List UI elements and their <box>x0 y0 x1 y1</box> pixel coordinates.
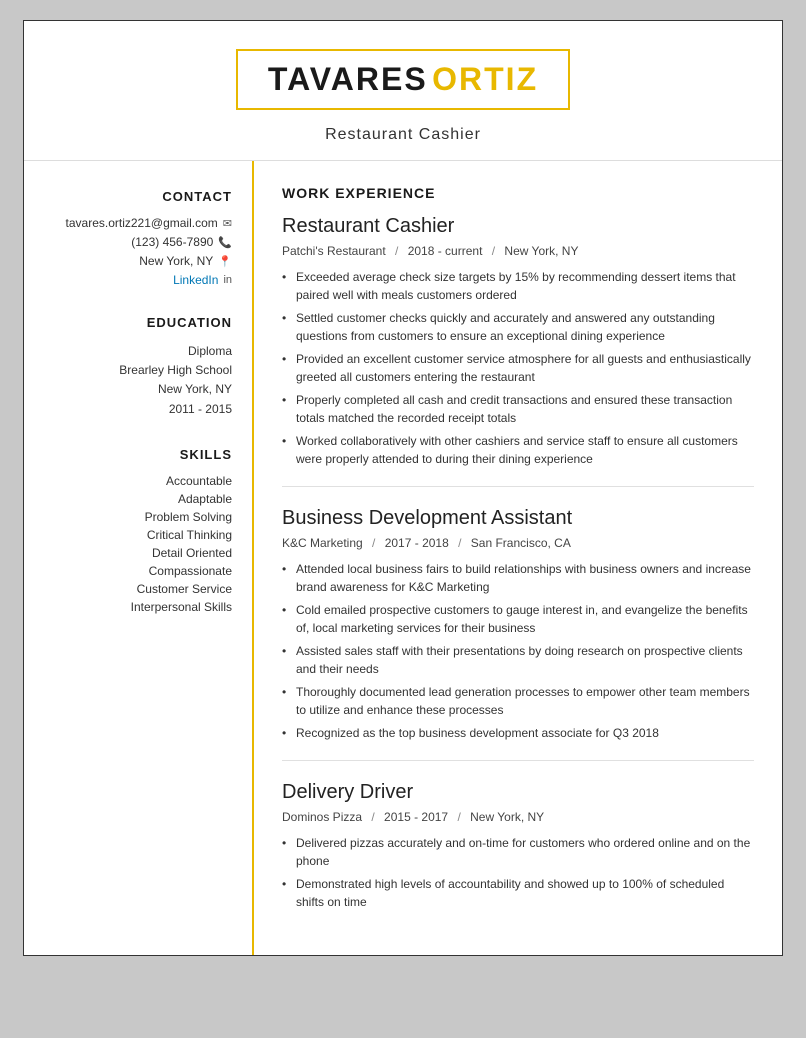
work-bullets: Attended local business fairs to build r… <box>282 560 754 742</box>
work-entry: Delivery Driver Dominos Pizza / 2015 - 20… <box>282 781 754 911</box>
work-title: Business Development Assistant <box>282 507 754 530</box>
email-text: tavares.ortiz221@gmail.com <box>66 216 218 230</box>
sidebar: CONTACT tavares.ortiz221@gmail.com ✉ (12… <box>24 161 254 955</box>
skill-item: Problem Solving <box>52 510 232 524</box>
main-content: WORK EXPERIENCE Restaurant Cashier Patchi… <box>254 161 782 955</box>
work-bullets: Delivered pizzas accurately and on-time … <box>282 834 754 911</box>
bullet-item: Settled customer checks quickly and accu… <box>282 309 754 345</box>
skill-item: Compassionate <box>52 564 232 578</box>
resume-header: TAVARES ORTIZ Restaurant Cashier <box>24 21 782 160</box>
contact-email: tavares.ortiz221@gmail.com ✉ <box>52 216 232 230</box>
skills-title: SKILLS <box>52 447 232 462</box>
edu-location: New York, NY <box>52 380 232 399</box>
resume-container: TAVARES ORTIZ Restaurant Cashier CONTACT… <box>23 20 783 956</box>
section-divider <box>282 486 754 487</box>
work-bullets: Exceeded average check size targets by 1… <box>282 268 754 468</box>
bullet-item: Cold emailed prospective customers to ga… <box>282 601 754 637</box>
job-title-header: Restaurant Cashier <box>64 126 742 144</box>
jobs-list: Restaurant Cashier Patchi's Restaurant / … <box>282 215 754 911</box>
skill-item: Critical Thinking <box>52 528 232 542</box>
edu-degree: Diploma <box>52 342 232 361</box>
skills-section: SKILLS Accountable Adaptable Problem Solvi… <box>52 447 232 614</box>
skill-item: Customer Service <box>52 582 232 596</box>
bullet-item: Delivered pizzas accurately and on-time … <box>282 834 754 870</box>
work-entry: Restaurant Cashier Patchi's Restaurant / … <box>282 215 754 487</box>
work-meta: K&C Marketing / 2017 - 2018 / San Franci… <box>282 536 754 550</box>
contact-linkedin[interactable]: LinkedIn in <box>52 273 232 287</box>
first-name: TAVARES <box>268 61 428 97</box>
edu-school: Brearley High School <box>52 361 232 380</box>
skill-item: Adaptable <box>52 492 232 506</box>
education-section: EDUCATION Diploma Brearley High School N… <box>52 315 232 419</box>
contact-phone: (123) 456-7890 📞 <box>52 235 232 249</box>
contact-section: CONTACT tavares.ortiz221@gmail.com ✉ (12… <box>52 189 232 287</box>
work-experience-title: WORK EXPERIENCE <box>282 185 754 201</box>
phone-text: (123) 456-7890 <box>131 235 213 249</box>
bullet-item: Demonstrated high levels of accountabili… <box>282 875 754 911</box>
name-box: TAVARES ORTIZ <box>236 49 570 110</box>
education-title: EDUCATION <box>52 315 232 330</box>
phone-icon: 📞 <box>218 236 232 249</box>
location-icon: 📍 <box>218 255 232 268</box>
bullet-item: Provided an excellent customer service a… <box>282 350 754 386</box>
bullet-item: Recognized as the top business developme… <box>282 724 754 742</box>
skill-item: Interpersonal Skills <box>52 600 232 614</box>
work-meta: Patchi's Restaurant / 2018 - current / N… <box>282 244 754 258</box>
bullet-item: Assisted sales staff with their presenta… <box>282 642 754 678</box>
contact-location: New York, NY 📍 <box>52 254 232 268</box>
work-meta: Dominos Pizza / 2015 - 2017 / New York, … <box>282 810 754 824</box>
education-details: Diploma Brearley High School New York, N… <box>52 342 232 419</box>
bullet-item: Worked collaboratively with other cashie… <box>282 432 754 468</box>
email-icon: ✉ <box>223 217 232 230</box>
contact-title: CONTACT <box>52 189 232 204</box>
section-divider <box>282 760 754 761</box>
bullet-item: Thoroughly documented lead generation pr… <box>282 683 754 719</box>
work-title: Restaurant Cashier <box>282 215 754 238</box>
skill-item: Accountable <box>52 474 232 488</box>
bullet-item: Exceeded average check size targets by 1… <box>282 268 754 304</box>
skill-item: Detail Oriented <box>52 546 232 560</box>
bullet-item: Attended local business fairs to build r… <box>282 560 754 596</box>
skills-list: Accountable Adaptable Problem Solving Criti… <box>52 474 232 614</box>
edu-years: 2011 - 2015 <box>52 400 232 419</box>
last-name: ORTIZ <box>432 61 538 97</box>
linkedin-text: LinkedIn <box>173 273 218 287</box>
work-entry: Business Development Assistant K&C Market… <box>282 507 754 761</box>
bullet-item: Properly completed all cash and credit t… <box>282 391 754 427</box>
linkedin-icon: in <box>223 274 232 286</box>
work-title: Delivery Driver <box>282 781 754 804</box>
location-text: New York, NY <box>139 254 213 268</box>
linkedin-link[interactable]: LinkedIn <box>173 273 218 287</box>
resume-body: CONTACT tavares.ortiz221@gmail.com ✉ (12… <box>24 160 782 955</box>
